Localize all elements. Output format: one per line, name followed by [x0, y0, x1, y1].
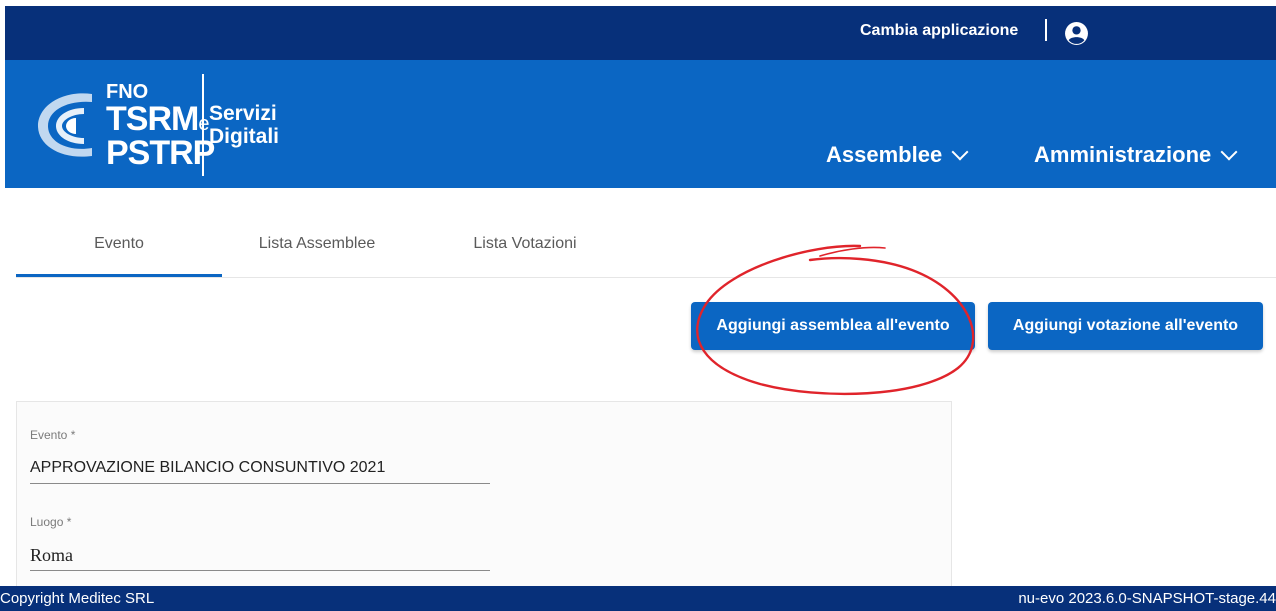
version-text: nu-evo 2023.6.0-SNAPSHOT-stage.44: [1018, 590, 1276, 607]
logo-arc-icon: [38, 93, 92, 157]
tab-evento[interactable]: Evento: [16, 216, 222, 277]
logo-line-3: PSTRP: [106, 134, 215, 172]
footer: Copyright Meditec SRL nu-evo 2023.6.0-SN…: [0, 586, 1276, 611]
event-form-card: Evento * APPROVAZIONE BILANCIO CONSUNTIV…: [16, 401, 952, 588]
luogo-input[interactable]: Roma: [30, 545, 73, 566]
add-assembly-button[interactable]: Aggiungi assemblea all'evento: [691, 302, 975, 350]
tab-lista-votazioni[interactable]: Lista Votazioni: [436, 216, 614, 275]
app-header: FNO TSRMe PSTRP Servizi Digitali Assembl…: [5, 60, 1276, 188]
tab-bar: Evento Lista Assemblee Lista Votazioni: [16, 216, 1276, 278]
luogo-label: Luogo *: [30, 515, 72, 529]
logo-divider: [202, 74, 204, 176]
copyright-text: Copyright Meditec SRL: [0, 590, 155, 607]
top-bar: Cambia applicazione: [5, 6, 1276, 60]
chevron-down-icon: [951, 143, 969, 161]
chevron-down-icon: [1220, 143, 1238, 161]
switch-application-link[interactable]: Cambia applicazione: [860, 22, 1018, 40]
logo-line-2: TSRMe: [106, 102, 214, 136]
nav-assemblee-label: Assemblee: [826, 142, 943, 167]
logo-tsrm: TSRM: [106, 100, 199, 138]
add-vote-button[interactable]: Aggiungi votazione all'evento: [988, 302, 1263, 350]
fno-tsrm-pstrp-logo[interactable]: FNO TSRMe PSTRP: [32, 68, 215, 180]
servizi-digitali-title: Servizi Digitali: [209, 102, 279, 148]
nav-amministrazione[interactable]: Amministrazione: [1034, 142, 1238, 168]
service-title-line-1: Servizi: [209, 102, 277, 125]
logo-line-1: FNO: [106, 81, 149, 103]
evento-underline: [30, 483, 490, 484]
luogo-underline: [30, 570, 490, 571]
evento-input[interactable]: APPROVAZIONE BILANCIO CONSUNTIVO 2021: [30, 459, 385, 477]
evento-label: Evento *: [30, 428, 76, 442]
account-circle-icon[interactable]: [1064, 21, 1089, 46]
nav-assemblee[interactable]: Assemblee: [826, 142, 969, 168]
logo-text: FNO TSRMe PSTRP: [106, 81, 215, 172]
service-title-line-2: Digitali: [209, 125, 280, 148]
nav-amministrazione-label: Amministrazione: [1034, 142, 1212, 167]
top-bar-divider: [1045, 19, 1047, 41]
tab-lista-assemblee[interactable]: Lista Assemblee: [222, 216, 412, 275]
